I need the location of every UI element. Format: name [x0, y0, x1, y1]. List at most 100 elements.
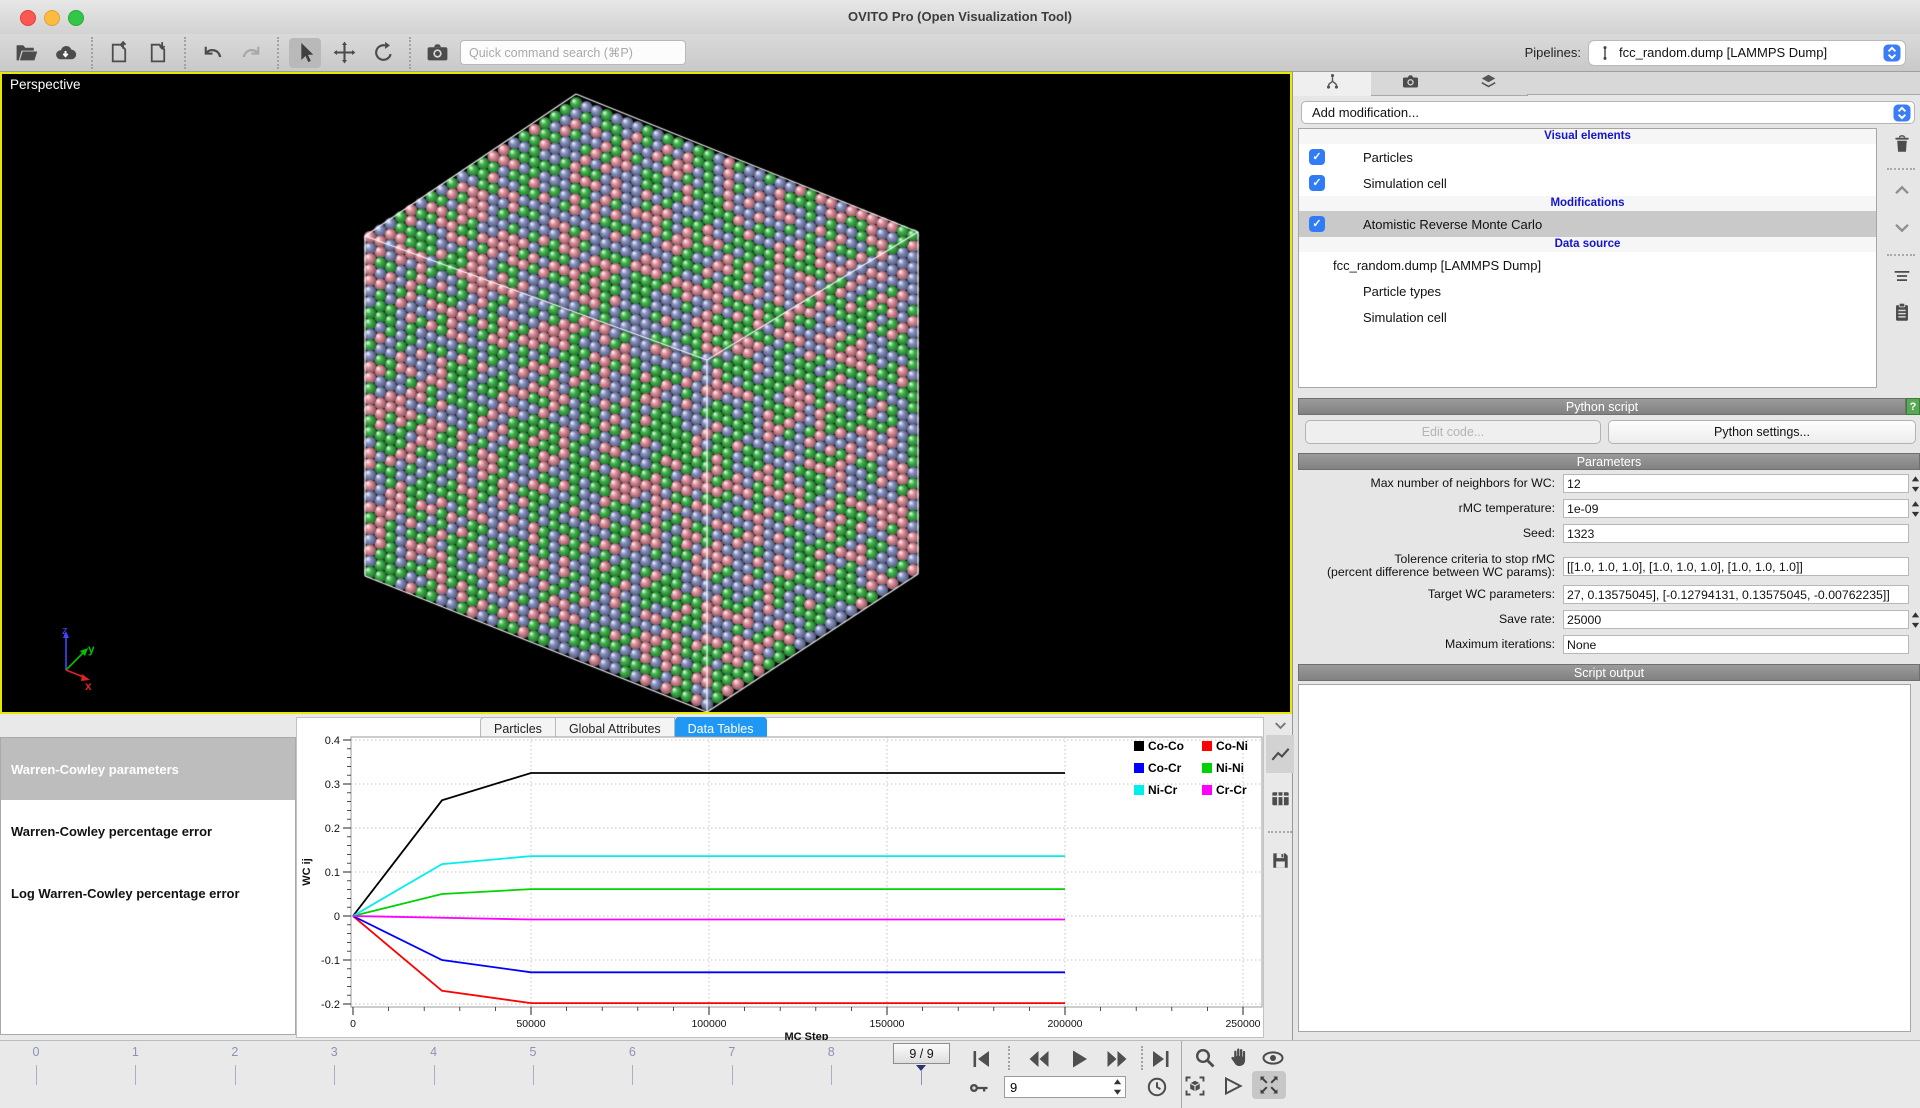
viewport-3d[interactable]: Perspective z y x — [0, 72, 1292, 714]
svg-text:z: z — [62, 625, 68, 637]
svg-text:0: 0 — [350, 1018, 356, 1030]
timeline-tick-label[interactable]: 6 — [617, 1045, 647, 1059]
tab-render[interactable] — [1371, 72, 1450, 96]
dropdown-stepper-icon[interactable] — [1883, 44, 1901, 62]
item-checkbox[interactable]: ✓ — [1309, 149, 1325, 165]
zoom-tool-icon[interactable] — [1188, 1044, 1222, 1072]
orbit-tool-icon[interactable] — [1256, 1044, 1290, 1072]
timeline-tick — [135, 1065, 136, 1085]
export-data-icon[interactable] — [1266, 841, 1294, 879]
item-checkbox[interactable]: ✓ — [1309, 175, 1325, 191]
pipeline-item[interactable]: Particle types — [1299, 278, 1876, 304]
data-table-item[interactable]: Warren-Cowley parameters — [1, 738, 295, 800]
timeline-tick-label[interactable]: 7 — [717, 1045, 747, 1059]
dropdown-stepper-icon — [1893, 104, 1911, 122]
item-checkbox[interactable]: ✓ — [1309, 216, 1325, 232]
data-table-item[interactable]: Warren-Cowley percentage error — [1, 800, 295, 862]
play-button[interactable] — [1062, 1045, 1096, 1073]
move-down-icon[interactable] — [1887, 214, 1917, 242]
current-frame-indicator[interactable]: 9 / 9 — [893, 1043, 950, 1064]
maximize-viewport-icon[interactable] — [1252, 1071, 1286, 1099]
tab-overlays[interactable] — [1449, 72, 1528, 96]
main-toolbar: Pipelines: fcc_random.dump [LAMMPS Dump] — [0, 34, 1920, 72]
help-button[interactable]: ? — [1906, 398, 1920, 415]
copy-pipeline-icon[interactable] — [1887, 298, 1917, 326]
remote-import-icon[interactable] — [49, 38, 81, 68]
frame-spinbox[interactable] — [1004, 1076, 1126, 1098]
svg-text:100000: 100000 — [691, 1018, 726, 1030]
parameter-field[interactable]: 1e-09 — [1563, 499, 1909, 518]
timeline-bar: 0 1 2 3 4 5 6 7 8 9 / 9 — [0, 1040, 1920, 1108]
timeline-tick-label[interactable]: 2 — [220, 1045, 250, 1059]
parameter-label: rMC temperature: — [1301, 502, 1555, 515]
parameter-field[interactable]: 1323 — [1563, 524, 1909, 543]
pipeline-item-label: fcc_random.dump [LAMMPS Dump] — [1333, 258, 1541, 273]
data-inspector-panel: ParticlesGlobal AttributesData Tables Wa… — [0, 714, 1292, 1040]
spinner-arrows-icon[interactable] — [1910, 474, 1920, 494]
import-file-icon[interactable] — [142, 38, 174, 68]
timeline-tick-label[interactable]: 0 — [21, 1045, 51, 1059]
tab-bar-filler — [1527, 72, 1920, 95]
svg-text:150000: 150000 — [869, 1018, 904, 1030]
parameter-field[interactable]: 27, 0.13575045], [-0.12794131, 0.1357504… — [1563, 585, 1909, 604]
svg-text:0: 0 — [334, 911, 340, 923]
render-icon[interactable] — [421, 38, 453, 68]
pan-tool-icon[interactable] — [1222, 1043, 1256, 1071]
tab-pipeline[interactable] — [1293, 72, 1372, 96]
zoom-scene-extents-icon[interactable] — [1178, 1072, 1212, 1100]
move-mode-icon[interactable] — [328, 38, 360, 68]
parameter-field[interactable]: 25000 — [1563, 610, 1909, 629]
rotate-mode-icon[interactable] — [367, 38, 399, 68]
pipeline-item[interactable]: ✓Simulation cell — [1299, 170, 1876, 196]
frame-number-input[interactable] — [1005, 1079, 1112, 1096]
timeline-tick-label[interactable]: 8 — [816, 1045, 846, 1059]
search-input[interactable] — [460, 40, 686, 65]
spinner-arrows-icon[interactable] — [1910, 499, 1920, 519]
step-forward-button[interactable] — [1096, 1045, 1138, 1073]
add-modification-dropdown[interactable]: Add modification... — [1301, 101, 1915, 124]
spinner-arrows-icon[interactable] — [1910, 610, 1920, 630]
redo-icon[interactable] — [235, 38, 267, 68]
viewport-arrow-icon[interactable] — [1216, 1072, 1250, 1100]
move-up-icon[interactable] — [1887, 176, 1917, 204]
animation-key-icon[interactable] — [962, 1074, 996, 1102]
skip-to-end-button[interactable] — [1144, 1045, 1178, 1073]
animation-settings-icon[interactable] — [1140, 1073, 1174, 1101]
pipeline-item-label: Particles — [1363, 150, 1413, 165]
python-settings-button[interactable]: Python settings... — [1608, 420, 1916, 444]
axis-tripod: z y x — [28, 624, 94, 690]
pipeline-select[interactable]: fcc_random.dump [LAMMPS Dump] — [1588, 40, 1906, 66]
playback-separator — [1008, 1046, 1010, 1070]
parameter-field[interactable]: [[1.0, 1.0, 1.0], [1.0, 1.0, 1.0], [1.0,… — [1563, 557, 1909, 576]
spinbox-arrows-icon[interactable] — [1112, 1077, 1123, 1097]
pipeline-item[interactable]: Simulation cell — [1299, 304, 1876, 330]
timeline-tick-label[interactable]: 5 — [518, 1045, 548, 1059]
table-view-icon[interactable] — [1266, 779, 1294, 817]
timeline-tick-label[interactable]: 3 — [319, 1045, 349, 1059]
open-file-icon[interactable] — [10, 38, 42, 68]
parameter-field[interactable]: None — [1563, 635, 1909, 654]
pipeline-item[interactable]: fcc_random.dump [LAMMPS Dump] — [1299, 252, 1876, 278]
chart-view-icon[interactable] — [1266, 735, 1294, 773]
timeline-tick-label[interactable]: 4 — [419, 1045, 449, 1059]
select-mode-icon[interactable] — [289, 38, 321, 68]
undo-icon[interactable] — [196, 38, 228, 68]
modifier-actions-icon[interactable] — [1887, 262, 1917, 290]
delete-modifier-icon[interactable] — [1887, 130, 1917, 158]
data-table-item[interactable]: Log Warren-Cowley percentage error — [1, 862, 295, 924]
pipeline-item[interactable]: ✓ Particles — [1299, 144, 1876, 170]
collapse-panel-icon[interactable] — [1266, 716, 1294, 734]
parameter-label: Seed: — [1301, 527, 1555, 540]
parameter-row: Maximum iterations:None — [1301, 635, 1913, 660]
timeline-tick-label[interactable]: 1 — [120, 1045, 150, 1059]
edit-code-button[interactable]: Edit code... — [1305, 420, 1601, 444]
pipeline-item[interactable]: ✓Atomistic Reverse Monte Carlo — [1299, 211, 1876, 237]
svg-text:200000: 200000 — [1047, 1018, 1082, 1030]
skip-to-start-button[interactable] — [964, 1045, 998, 1073]
viewport-view-label[interactable]: Perspective — [10, 77, 81, 92]
parameter-field[interactable]: 12 — [1563, 474, 1909, 493]
script-output-area[interactable] — [1298, 684, 1911, 1032]
export-file-icon[interactable] — [103, 38, 135, 68]
particle-render-canvas[interactable] — [2, 74, 1290, 712]
step-back-button[interactable] — [1018, 1045, 1060, 1073]
